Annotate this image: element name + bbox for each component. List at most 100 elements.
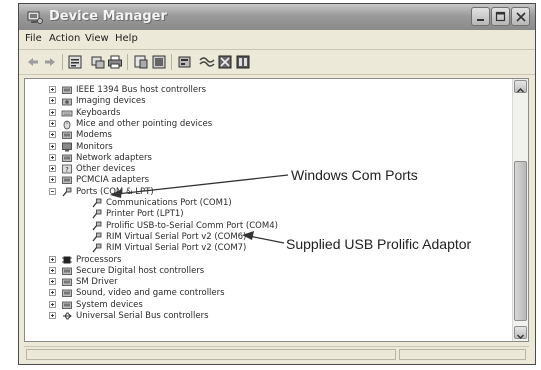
maximize-button[interactable] — [491, 7, 510, 26]
tree-item-label: RIM Virtual Serial Port v2 (COM6) — [106, 231, 247, 242]
annotation-usb-prolific-adaptor: Supplied USB Prolific Adaptor — [286, 236, 472, 252]
expand-toggle[interactable] — [49, 255, 56, 263]
tree-item-label: Processors — [76, 254, 122, 265]
tree-item-label: Other devices — [76, 164, 136, 175]
expand-toggle[interactable] — [49, 142, 56, 150]
device-manager-icon — [27, 9, 43, 25]
port-icon — [91, 197, 103, 209]
title-bar[interactable]: Device Manager — [19, 4, 535, 30]
tree-item-label: Printer Port (LPT1) — [106, 209, 184, 220]
annotation-windows-com-ports: Windows Com Ports — [291, 167, 418, 183]
toolbar-separator — [127, 54, 128, 70]
modem-icon — [61, 129, 73, 141]
sound-icon — [61, 287, 73, 299]
tree-category-item[interactable]: PCMCIA adapters — [25, 174, 495, 186]
forward-icon[interactable] — [42, 54, 58, 70]
window-title: Device Manager — [49, 9, 167, 24]
tree-category-item[interactable]: Keyboards — [25, 107, 495, 119]
unknown-device-icon: ? — [61, 163, 73, 175]
tree-category-item[interactable]: Secure Digital host controllers — [25, 265, 495, 277]
properties-icon[interactable] — [67, 54, 83, 70]
menu-file[interactable]: File — [25, 33, 42, 44]
toolbar-separator — [171, 54, 172, 70]
tree-category-item[interactable]: Network adapters — [25, 152, 495, 164]
collapse-toggle[interactable] — [49, 187, 56, 195]
tree-item-label: Universal Serial Bus controllers — [76, 311, 209, 321]
tree-item-label: System devices — [76, 299, 143, 310]
expand-toggle[interactable] — [49, 266, 56, 274]
tree-item-label: Ports (COM & LPT) — [76, 186, 154, 197]
status-pane-main — [26, 349, 396, 360]
menu-view[interactable]: View — [85, 33, 109, 44]
tree-item-label: RIM Virtual Serial Port v2 (COM7) — [106, 243, 247, 254]
print-icon[interactable] — [107, 54, 123, 70]
help-icon[interactable] — [133, 54, 149, 70]
tree-category-item[interactable]: Monitors — [25, 141, 495, 153]
tree-item-label: Imaging devices — [76, 96, 146, 107]
tree-category-item[interactable]: ? Other devices — [25, 163, 495, 175]
scroll-thumb[interactable] — [514, 161, 527, 321]
monitor-icon — [61, 141, 73, 153]
scroll-up-button[interactable] — [514, 80, 527, 93]
expand-toggle[interactable] — [49, 131, 56, 139]
expand-toggle[interactable] — [49, 165, 56, 173]
tree-category-item[interactable]: Universal Serial Bus controllers — [25, 310, 495, 322]
menu-help[interactable]: Help — [115, 33, 138, 44]
tree-item-label: Secure Digital host controllers — [76, 265, 205, 276]
usb-icon — [61, 310, 73, 322]
tree-category-item[interactable]: SM Driver — [25, 276, 495, 288]
tree-category-item[interactable]: IEEE 1394 Bus host controllers — [25, 84, 495, 96]
tree-item-label: PCMCIA adapters — [76, 175, 150, 186]
chevron-down-icon — [517, 334, 524, 339]
screenshot-page: Device Manager File Action View Help IEE… — [0, 0, 541, 370]
network-adapter-icon — [61, 152, 73, 164]
close-icon — [516, 12, 526, 22]
expand-toggle[interactable] — [49, 153, 56, 161]
scan-hardware-icon[interactable] — [90, 54, 106, 70]
expand-toggle[interactable] — [49, 108, 56, 116]
minimize-button[interactable] — [471, 7, 490, 26]
tree-child-item[interactable]: Printer Port (LPT1) — [25, 208, 495, 220]
disable-icon[interactable] — [217, 54, 233, 70]
processor-icon — [61, 254, 73, 266]
expand-toggle[interactable] — [49, 278, 56, 286]
tree-child-item[interactable]: Communications Port (COM1) — [25, 197, 495, 209]
vertical-scrollbar[interactable] — [512, 79, 528, 341]
tree-category-item[interactable]: Modems — [25, 129, 495, 141]
status-bar — [24, 346, 529, 362]
expand-toggle[interactable] — [49, 119, 56, 127]
expand-toggle[interactable] — [49, 97, 56, 105]
tree-item-label: Mice and other pointing devices — [76, 118, 213, 129]
expand-toggle[interactable] — [49, 312, 56, 319]
expand-toggle[interactable] — [49, 300, 56, 308]
camera-icon — [61, 95, 73, 107]
tree-category-item[interactable]: Mice and other pointing devices — [25, 118, 495, 130]
tree-category-item[interactable]: Ports (COM & LPT) — [25, 186, 495, 198]
device-manager-window: Device Manager File Action View Help IEE… — [18, 3, 536, 365]
ieee1394-icon — [61, 84, 73, 96]
expand-toggle[interactable] — [49, 86, 56, 93]
uninstall-icon[interactable] — [199, 54, 215, 70]
mouse-icon — [61, 118, 73, 130]
tree-category-item[interactable]: Imaging devices — [25, 95, 495, 107]
tree-category-item[interactable]: System devices — [25, 299, 495, 311]
update-driver-icon[interactable] — [177, 54, 193, 70]
close-button[interactable] — [511, 7, 530, 26]
expand-toggle[interactable] — [49, 289, 56, 297]
tree-item-label: Sound, video and game controllers — [76, 288, 225, 299]
enable-icon[interactable] — [235, 54, 251, 70]
port-icon — [61, 186, 73, 198]
menu-action[interactable]: Action — [49, 33, 80, 44]
system-device-icon — [61, 299, 73, 311]
device-view-icon[interactable] — [151, 54, 167, 70]
tree-item-label: IEEE 1394 Bus host controllers — [76, 85, 207, 95]
expand-toggle[interactable] — [49, 176, 56, 184]
pcmcia-icon — [61, 174, 73, 186]
tree-category-item[interactable]: Processors — [25, 254, 495, 266]
tree-child-item[interactable]: Prolific USB-to-Serial Comm Port (COM4) — [25, 220, 495, 232]
tree-item-label: Communications Port (COM1) — [106, 198, 232, 208]
tree-category-item[interactable]: Sound, video and game controllers — [25, 287, 495, 299]
device-tree[interactable]: IEEE 1394 Bus host controllers Imaging de… — [24, 78, 529, 342]
back-icon[interactable] — [25, 54, 41, 70]
scroll-down-button[interactable] — [514, 326, 527, 339]
